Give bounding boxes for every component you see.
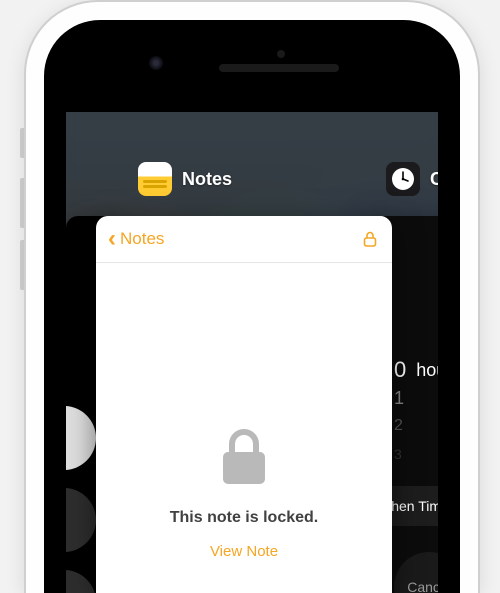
timer-hours-picker[interactable]: 0 hours 1 2 3 <box>394 356 438 468</box>
back-label: Notes <box>120 229 164 249</box>
picker-selected-value: 0 <box>394 357 406 383</box>
background-button <box>66 570 96 593</box>
app-switcher[interactable]: Notes Clock <box>66 112 438 593</box>
picker-option: 1 <box>394 388 404 409</box>
picker-option: 3 <box>394 446 402 462</box>
back-button[interactable]: ‹ Notes <box>108 229 164 249</box>
picker-option: 2 <box>394 417 403 435</box>
cancel-button[interactable]: Cancel <box>394 552 438 593</box>
picker-unit-label: hours <box>416 360 438 381</box>
clock-app-name: Clock <box>430 169 438 190</box>
notes-app-icon <box>138 162 172 196</box>
notes-app-name: Notes <box>182 169 232 190</box>
locked-message: This note is locked. <box>170 509 318 527</box>
lock-icon[interactable] <box>360 229 380 249</box>
earpiece-speaker <box>219 64 339 72</box>
locked-note-panel: This note is locked. View Note <box>96 426 392 560</box>
app-card-notes[interactable]: ‹ Notes This note is locked. View Note <box>96 216 392 593</box>
sensor-dot <box>277 50 285 58</box>
view-note-button[interactable]: View Note <box>210 543 278 560</box>
background-button <box>66 488 96 552</box>
app-label-notes: Notes <box>138 162 232 196</box>
lock-large-icon <box>217 426 271 493</box>
iphone-frame: Notes Clock <box>24 0 480 593</box>
app-label-clock: Clock <box>386 162 438 196</box>
background-button <box>66 406 96 470</box>
front-camera <box>149 56 163 70</box>
device-screen: Notes Clock <box>66 112 438 593</box>
notes-nav-bar: ‹ Notes <box>96 216 392 263</box>
clock-app-icon <box>386 162 420 196</box>
device-bezel: Notes Clock <box>44 20 460 593</box>
